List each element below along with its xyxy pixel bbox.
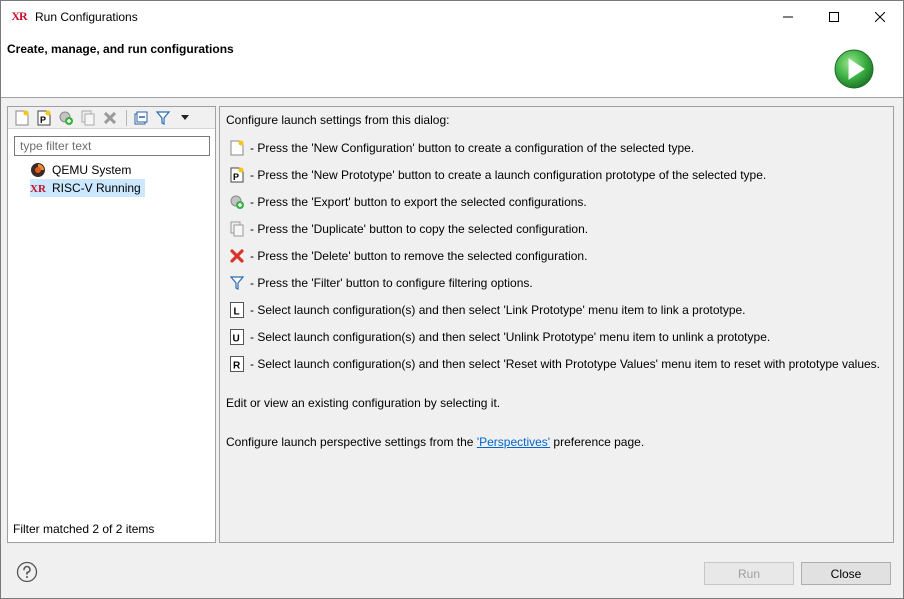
svg-text:P: P (40, 115, 46, 125)
duplicate-icon (229, 221, 245, 237)
minimize-icon (783, 16, 793, 17)
export-icon[interactable] (57, 109, 75, 127)
svg-text:P: P (233, 172, 239, 182)
instruction-link-prototype: L - Select launch configuration(s) and t… (229, 296, 880, 323)
filter-icon[interactable] (154, 109, 172, 127)
intro-text: Configure launch settings from this dial… (226, 113, 450, 127)
collapse-all-icon[interactable] (132, 109, 150, 127)
minimize-button[interactable] (765, 1, 811, 32)
header-banner: Create, manage, and run configurations (1, 32, 903, 98)
tree-item-label: RISC-V Running (52, 181, 141, 195)
perspectives-line: Configure launch perspective settings fr… (226, 435, 644, 449)
instruction-text: - Select launch configuration(s) and the… (250, 302, 746, 317)
instruction-new-configuration: - Press the 'New Configuration' button t… (229, 134, 880, 161)
new-configuration-icon[interactable] (13, 109, 31, 127)
reset-prototype-icon: R (229, 355, 245, 372)
svg-text:XR: XR (30, 183, 46, 195)
new-prototype-icon[interactable]: P (35, 109, 53, 127)
instruction-unlink-prototype: U - Select launch configuration(s) and t… (229, 323, 880, 350)
instruction-text: - Press the 'Delete' button to remove th… (250, 248, 588, 263)
instruction-text: - Press the 'Export' button to export th… (250, 194, 587, 209)
link-prototype-icon: L (229, 301, 245, 318)
instruction-text: - Press the 'Filter' button to configure… (250, 275, 533, 290)
configuration-tree-panel: P type filter text QEMU System XR RISC-V… (7, 106, 216, 543)
instruction-new-prototype: P - Press the 'New Prototype' button to … (229, 161, 880, 188)
instruction-text: - Press the 'New Prototype' button to cr… (250, 167, 767, 182)
dropdown-arrow-icon[interactable] (176, 109, 194, 127)
close-window-button[interactable] (857, 1, 903, 32)
maximize-button[interactable] (811, 1, 857, 32)
delete-icon (229, 248, 245, 264)
filter-input[interactable] (14, 136, 210, 156)
instruction-text: - Select launch configuration(s) and the… (250, 329, 771, 344)
instruction-list: - Press the 'New Configuration' button t… (229, 134, 880, 377)
unlink-prototype-icon: U (229, 328, 245, 345)
instruction-reset-prototype: R - Select launch configuration(s) and t… (229, 350, 880, 377)
svg-text:U: U (233, 333, 240, 344)
svg-text:R: R (233, 360, 241, 371)
instruction-text: - Select launch configuration(s) and the… (250, 356, 881, 371)
instruction-filter: - Press the 'Filter' button to configure… (229, 269, 880, 296)
run-button[interactable]: Run (704, 562, 794, 585)
help-icon[interactable] (16, 561, 38, 583)
tree-item-risc-v-running[interactable]: XR RISC-V Running (30, 179, 145, 197)
duplicate-icon[interactable] (79, 109, 97, 127)
filter-icon (229, 275, 245, 291)
configuration-details-panel: Configure launch settings from this dial… (219, 106, 894, 543)
close-button[interactable]: Close (801, 562, 891, 585)
app-icon: XR (11, 9, 27, 23)
delete-icon[interactable] (101, 109, 119, 127)
configuration-tree: QEMU System XR RISC-V Running (30, 161, 145, 197)
svg-text:L: L (234, 306, 240, 317)
perspectives-suffix: preference page. (550, 435, 645, 449)
instruction-text: - Press the 'New Configuration' button t… (250, 140, 695, 155)
window-title: Run Configurations (35, 9, 138, 24)
run-configurations-dialog: XR Run Configurations Create, manage, an… (0, 0, 904, 599)
perspectives-link[interactable]: 'Perspectives' (477, 435, 550, 449)
instruction-duplicate: - Press the 'Duplicate' button to copy t… (229, 215, 880, 242)
qemu-icon (30, 162, 46, 178)
new-configuration-icon (229, 140, 245, 156)
tree-toolbar: P (8, 107, 215, 129)
close-icon (875, 11, 885, 22)
export-icon (229, 194, 245, 210)
toolbar-separator (126, 109, 127, 126)
tree-item-qemu-system[interactable]: QEMU System (30, 161, 145, 179)
filter-status: Filter matched 2 of 2 items (13, 522, 155, 536)
tree-item-label: QEMU System (52, 163, 132, 177)
instruction-delete: - Press the 'Delete' button to remove th… (229, 242, 880, 269)
instruction-text: - Press the 'Duplicate' button to copy t… (250, 221, 589, 236)
run-play-icon (834, 49, 874, 89)
maximize-icon (829, 11, 839, 22)
edit-hint-text: Edit or view an existing configuration b… (226, 396, 501, 410)
title-bar[interactable]: XR Run Configurations (1, 1, 903, 32)
banner-title: Create, manage, and run configurations (7, 42, 234, 56)
instruction-export: - Press the 'Export' button to export th… (229, 188, 880, 215)
perspectives-prefix: Configure launch perspective settings fr… (226, 435, 477, 449)
new-prototype-icon: P (229, 167, 245, 183)
xr-icon: XR (30, 180, 46, 196)
